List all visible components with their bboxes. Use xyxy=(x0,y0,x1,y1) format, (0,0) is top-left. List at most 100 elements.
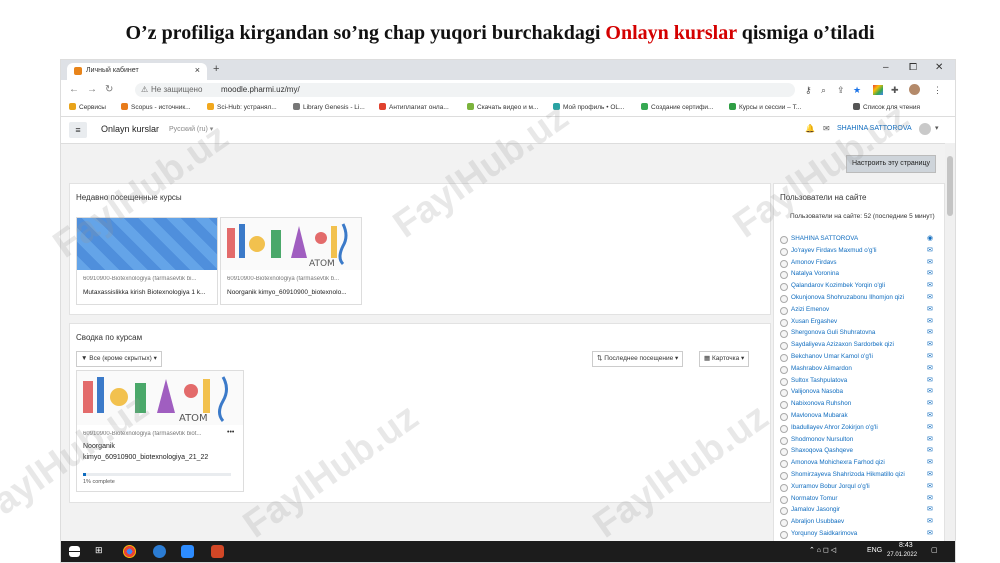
online-user-row[interactable]: Shergonova Guli Shuhratovna ✉ xyxy=(780,328,940,339)
back-arrow-icon[interactable]: ← xyxy=(69,84,79,95)
bookmark-item[interactable]: Scopus - источник... xyxy=(121,103,191,111)
course-card[interactable]: ATOM 60910900-Biotexnologiya (farmasevti… xyxy=(76,370,244,492)
course-name-line1[interactable]: Noorganik xyxy=(83,443,115,450)
online-user-row[interactable]: Okunjonova Shohruzabonu Ilhomjon qizi ✉ xyxy=(780,293,940,304)
online-user-name[interactable]: Sultox Tashpulatova xyxy=(791,377,847,384)
message-icon[interactable]: ✉ xyxy=(927,446,933,454)
online-user-name[interactable]: Shodmonov Nursulton xyxy=(791,436,853,443)
online-user-name[interactable]: Shergonova Guli Shuhratovna xyxy=(791,329,875,336)
online-user-name[interactable]: Saydaliyeva Azizaxon Sardorbek qizi xyxy=(791,341,894,348)
new-tab-button[interactable]: + xyxy=(213,63,219,75)
messages-icon[interactable]: ✉ xyxy=(823,124,830,133)
view-select[interactable]: ▦ Карточка ▾ xyxy=(699,351,750,367)
message-icon[interactable]: ✉ xyxy=(927,317,933,325)
message-icon[interactable]: ✉ xyxy=(927,505,933,513)
online-user-name[interactable]: Xurramov Bobur Jorqul o'g'li xyxy=(791,483,870,490)
course-card[interactable]: 60910900-Biotexnologiya (farmasevtik bi.… xyxy=(76,217,218,305)
online-user-row[interactable]: Bekchanov Umar Kamol o'g'li ✉ xyxy=(780,352,940,363)
online-user-name[interactable]: Jo'rayev Firdavs Maxmud o'g'li xyxy=(791,247,877,254)
browser-tab[interactable]: Личный кабинет × xyxy=(67,63,207,80)
online-user-name[interactable]: Amonova Mohichexra Farhod qizi xyxy=(791,459,885,466)
bookmark-item[interactable]: Мой профиль • OL... xyxy=(553,103,624,111)
message-icon[interactable]: ✉ xyxy=(927,364,933,372)
online-user-row[interactable]: Sultox Tashpulatova ✉ xyxy=(780,376,940,387)
online-user-name[interactable]: Abraljon Usubbaev xyxy=(791,518,844,525)
bookmark-item[interactable]: Sci-Hub: устранял... xyxy=(207,103,277,111)
online-user-name[interactable]: Nabixonova Ruhshon xyxy=(791,400,851,407)
online-user-row[interactable]: Jamalov Jasongir ✉ xyxy=(780,505,940,516)
message-icon[interactable]: ✉ xyxy=(927,305,933,313)
message-icon[interactable]: ✉ xyxy=(927,281,933,289)
message-icon[interactable]: ✉ xyxy=(927,328,933,336)
tab-close-icon[interactable]: × xyxy=(195,65,200,75)
online-user-row[interactable]: SHAHINA SATTOROVA ◉ xyxy=(780,234,940,245)
reading-list[interactable]: Список для чтения xyxy=(853,103,920,111)
message-icon[interactable]: ✉ xyxy=(927,470,933,478)
online-user-row[interactable]: Azizi Emenov ✉ xyxy=(780,305,940,316)
online-user-name[interactable]: Shomirzayeva Shahrizoda Hikmatillo qizi xyxy=(791,471,905,478)
online-user-name[interactable]: Mavlonova Mubarak xyxy=(791,412,848,419)
zoom-app-icon[interactable] xyxy=(181,545,194,558)
online-user-name[interactable]: Okunjonova Shohruzabonu Ilhomjon qizi xyxy=(791,294,904,301)
online-user-row[interactable]: Qalandarov Kozimbek Yorqin o'gli ✉ xyxy=(780,281,940,292)
sort-select[interactable]: ⇅ Последнее посещение ▾ xyxy=(592,351,684,367)
online-user-row[interactable]: Mavlonova Mubarak ✉ xyxy=(780,411,940,422)
extension-icon[interactable] xyxy=(873,85,883,95)
online-user-row[interactable]: Abraljon Usubbaev ✉ xyxy=(780,517,940,528)
task-view-icon[interactable]: ⊞ xyxy=(95,545,108,558)
site-brand-link[interactable]: Onlayn kurslar xyxy=(101,124,159,134)
message-icon[interactable]: ✉ xyxy=(927,411,933,419)
online-user-name[interactable]: Mashrabov Alimardon xyxy=(791,365,852,372)
language-indicator[interactable]: ENG xyxy=(867,547,882,554)
course-filter-select[interactable]: ▼ Все (кроме скрытых) ▾ xyxy=(76,351,162,367)
online-user-name[interactable]: Shaxoqova Qashqeve xyxy=(791,447,853,454)
message-icon[interactable]: ✉ xyxy=(927,376,933,384)
message-icon[interactable]: ✉ xyxy=(927,423,933,431)
course-name[interactable]: Mutaxassislikka kirish Biotexnologiya 1 … xyxy=(83,289,211,296)
scrollbar-thumb[interactable] xyxy=(947,156,953,216)
online-user-name[interactable]: Normatov Tomur xyxy=(791,495,837,502)
maximize-button[interactable]: ⧠ xyxy=(909,62,917,73)
online-user-row[interactable]: Valijonova Nasoba ✉ xyxy=(780,387,940,398)
course-menu-icon[interactable]: ••• xyxy=(227,429,234,436)
message-icon[interactable]: ✉ xyxy=(927,529,933,537)
bookmark-item[interactable]: Создание сертифи... xyxy=(641,103,713,111)
message-icon[interactable]: ✉ xyxy=(927,340,933,348)
online-user-name[interactable]: Valijonova Nasoba xyxy=(791,388,843,395)
forward-arrow-icon[interactable]: → xyxy=(87,84,97,95)
bookmark-item[interactable]: Сервисы xyxy=(69,103,106,111)
tray-icons[interactable]: ⌃ ⌂ ◻ ◁ xyxy=(809,546,836,554)
course-name[interactable]: Noorganik kimyo_60910900_biotexnolo... xyxy=(227,289,355,296)
online-user-row[interactable]: Saydaliyeva Azizaxon Sardorbek qizi ✉ xyxy=(780,340,940,351)
bookmark-item[interactable]: Library Genesis - Li... xyxy=(293,103,365,111)
online-user-row[interactable]: Jo'rayev Firdavs Maxmud o'g'li ✉ xyxy=(780,246,940,257)
chrome-icon[interactable] xyxy=(123,545,136,558)
message-icon[interactable]: ✉ xyxy=(927,435,933,443)
online-user-row[interactable]: Ibadullayev Ahror Zokirjon o'g'li ✉ xyxy=(780,423,940,434)
key-icon[interactable]: ⚷ xyxy=(805,85,812,96)
bookmark-item[interactable]: Курсы и сессии – T... xyxy=(729,103,801,111)
windows-start-icon[interactable] xyxy=(69,546,80,557)
user-menu-name[interactable]: SHAHINA SATTOROVA xyxy=(837,125,912,132)
eye-icon[interactable]: ◉ xyxy=(927,234,933,242)
message-icon[interactable]: ✉ xyxy=(927,494,933,502)
minimize-button[interactable]: – xyxy=(883,62,889,73)
course-card[interactable]: ATOM 60910900-Biotexnologiya (farmasevti… xyxy=(220,217,362,305)
online-user-row[interactable]: Shomirzayeva Shahrizoda Hikmatillo qizi ✉ xyxy=(780,470,940,481)
customize-page-button[interactable]: Настроить эту страницу xyxy=(846,155,936,173)
chevron-down-icon[interactable]: ▾ xyxy=(935,124,939,132)
bookmark-item[interactable]: Антиплагиат онла... xyxy=(379,103,449,111)
message-icon[interactable]: ✉ xyxy=(927,517,933,525)
online-user-name[interactable]: Qalandarov Kozimbek Yorqin o'gli xyxy=(791,282,885,289)
close-window-button[interactable]: ✕ xyxy=(935,62,943,73)
bookmark-item[interactable]: Скачать видео и м... xyxy=(467,103,538,111)
notification-icon[interactable]: ▢ xyxy=(931,546,938,554)
message-icon[interactable]: ✉ xyxy=(927,293,933,301)
profile-avatar[interactable] xyxy=(909,84,920,95)
telegram-icon[interactable] xyxy=(153,545,166,558)
language-menu[interactable]: Русский (ru) ▾ xyxy=(169,125,213,133)
message-icon[interactable]: ✉ xyxy=(927,246,933,254)
online-user-row[interactable]: Mashrabov Alimardon ✉ xyxy=(780,364,940,375)
puzzle-icon[interactable]: ✚ xyxy=(891,85,899,96)
online-user-name[interactable]: Natalya Voronina xyxy=(791,270,839,277)
